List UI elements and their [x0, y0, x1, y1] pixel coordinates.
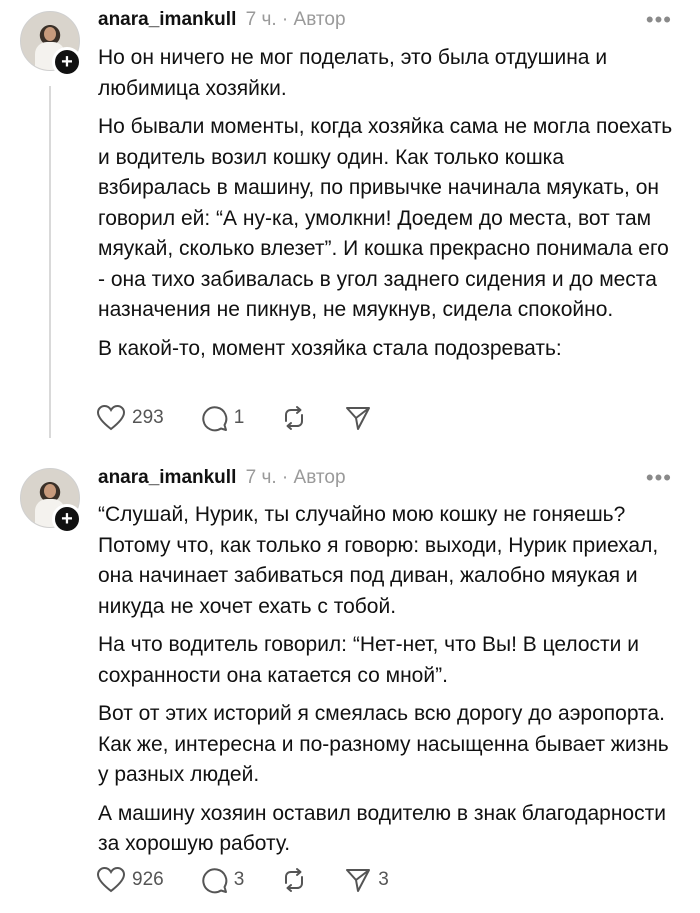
share-count: 3	[378, 869, 389, 890]
post-paragraph: “Слушай, Нурик, ты случайно мою кошку не…	[98, 503, 659, 618]
comment-icon	[202, 868, 227, 894]
thread-post: + anara_imankull 7 ч. · Автор ••• “Слуша…	[0, 458, 700, 913]
username[interactable]: anara_imankull	[98, 467, 236, 488]
more-horizontal-icon[interactable]: •••	[646, 467, 672, 489]
post-content: “Слушай, Нурик, ты случайно мою кошку не…	[98, 500, 678, 868]
repost-button[interactable]	[280, 866, 308, 894]
post-content: Но он ничего не мог поделать, это была о…	[98, 43, 678, 372]
comment-button[interactable]: 3	[200, 866, 245, 894]
send-icon	[346, 407, 371, 430]
like-count: 926	[132, 869, 164, 890]
repost-icon	[285, 406, 304, 430]
share-button[interactable]: 3	[344, 866, 389, 894]
comment-button[interactable]: 1	[200, 404, 245, 432]
post-header: anara_imankull 7 ч. · Автор	[98, 9, 346, 37]
post-paragraph: На что водитель говорил: “Нет-нет, что В…	[98, 633, 639, 687]
comment-count: 1	[233, 407, 245, 428]
post-meta: 7 ч. · Автор	[245, 9, 346, 30]
post-meta: 7 ч. · Автор	[245, 467, 346, 488]
heart-icon	[96, 866, 126, 893]
share-button[interactable]	[344, 404, 372, 432]
heart-icon	[96, 404, 126, 431]
follow-plus-icon[interactable]: +	[52, 47, 82, 77]
post-header: anara_imankull 7 ч. · Автор	[98, 467, 346, 495]
post-paragraph: Но он ничего не мог поделать, это была о…	[98, 46, 608, 100]
post-actions: 926 3 3	[96, 862, 425, 898]
like-button[interactable]: 926	[96, 866, 164, 894]
comment-count: 3	[233, 869, 245, 890]
post-actions: 293 1	[96, 400, 408, 436]
follow-plus-icon[interactable]: +	[52, 504, 82, 534]
comment-icon	[202, 406, 227, 432]
thread-connector-line	[49, 86, 51, 438]
post-paragraph: А машину хозяин оставил водителю в знак …	[98, 801, 666, 856]
like-button[interactable]: 293	[96, 404, 164, 432]
send-icon	[346, 869, 371, 892]
avatar[interactable]: +	[20, 11, 82, 77]
more-horizontal-icon[interactable]: •••	[646, 9, 672, 31]
post-paragraph: В какой-то, момент хозяйка стала подозре…	[98, 336, 562, 360]
repost-button[interactable]	[280, 404, 308, 432]
thread-post: + anara_imankull 7 ч. · Автор ••• Но он …	[0, 0, 700, 458]
avatar[interactable]: +	[20, 468, 82, 534]
post-paragraph: Но бывали моменты, когда хозяйка сама не…	[98, 115, 673, 321]
like-count: 293	[132, 407, 164, 428]
repost-icon	[285, 868, 304, 892]
username[interactable]: anara_imankull	[98, 9, 236, 30]
post-paragraph: Вот от этих историй я смеялась всю дорог…	[98, 702, 669, 786]
